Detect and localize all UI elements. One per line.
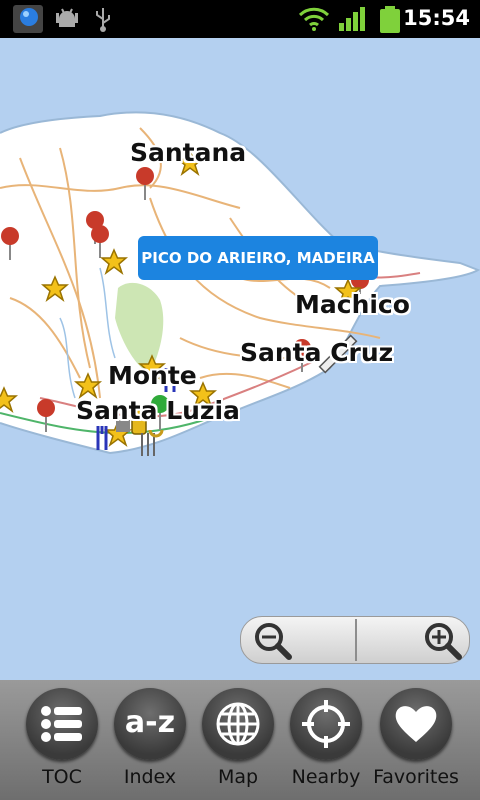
toolbar-label-favorites: Favorites: [373, 766, 459, 788]
crosshair-icon: [290, 688, 362, 760]
status-bar: 15:54: [0, 0, 480, 38]
wifi-icon: [298, 5, 330, 37]
toolbar-nearby-button[interactable]: Nearby: [282, 680, 370, 800]
place-label-machico: Machico: [295, 290, 410, 319]
place-label-monte: Monte: [108, 361, 197, 390]
location-callout[interactable]: PICO DO ARIEIRO, MADEIRA: [138, 236, 378, 280]
place-label-santana: Santana: [130, 138, 247, 167]
a-z-icon: a-z: [114, 688, 186, 760]
zoom-in-icon: [425, 623, 462, 660]
battery-icon: [378, 5, 402, 39]
list-icon: [26, 688, 98, 760]
signal-icon: [338, 5, 366, 37]
toolbar-label-index: Index: [123, 766, 177, 788]
zoom-control: [240, 616, 470, 664]
toolbar-label-nearby: Nearby: [291, 766, 361, 788]
toolbar-favorites-button[interactable]: Favorites: [372, 680, 460, 800]
toolbar-label-toc: TOC: [42, 766, 82, 788]
heart-icon: [380, 688, 452, 760]
toolbar-map-button[interactable]: Map: [194, 680, 282, 800]
usb-icon: [92, 5, 114, 37]
clock: 15:54: [403, 6, 470, 30]
bottom-toolbar: TOC a-z Index Map Nearby Favorites: [0, 680, 480, 800]
toolbar-index-button[interactable]: a-z Index: [106, 680, 194, 800]
place-label-santa-cruz: Santa Cruz: [240, 338, 394, 367]
zoom-out-button[interactable]: [241, 617, 355, 663]
zoom-in-button[interactable]: [357, 617, 471, 663]
toolbar-toc-button[interactable]: TOC: [18, 680, 106, 800]
toolbar-label-map: Map: [217, 766, 259, 788]
a-z-icon-text: a-z: [124, 705, 176, 740]
globe-icon: [202, 688, 274, 760]
android-debug-icon: [54, 5, 80, 37]
app-notification-icon: [12, 4, 44, 38]
zoom-out-icon: [255, 623, 292, 660]
map-view[interactable]: Santana Machico Santa Cruz Monte Santa L…: [0, 38, 480, 680]
place-label-santa-luzia: Santa Luzia: [76, 396, 240, 425]
